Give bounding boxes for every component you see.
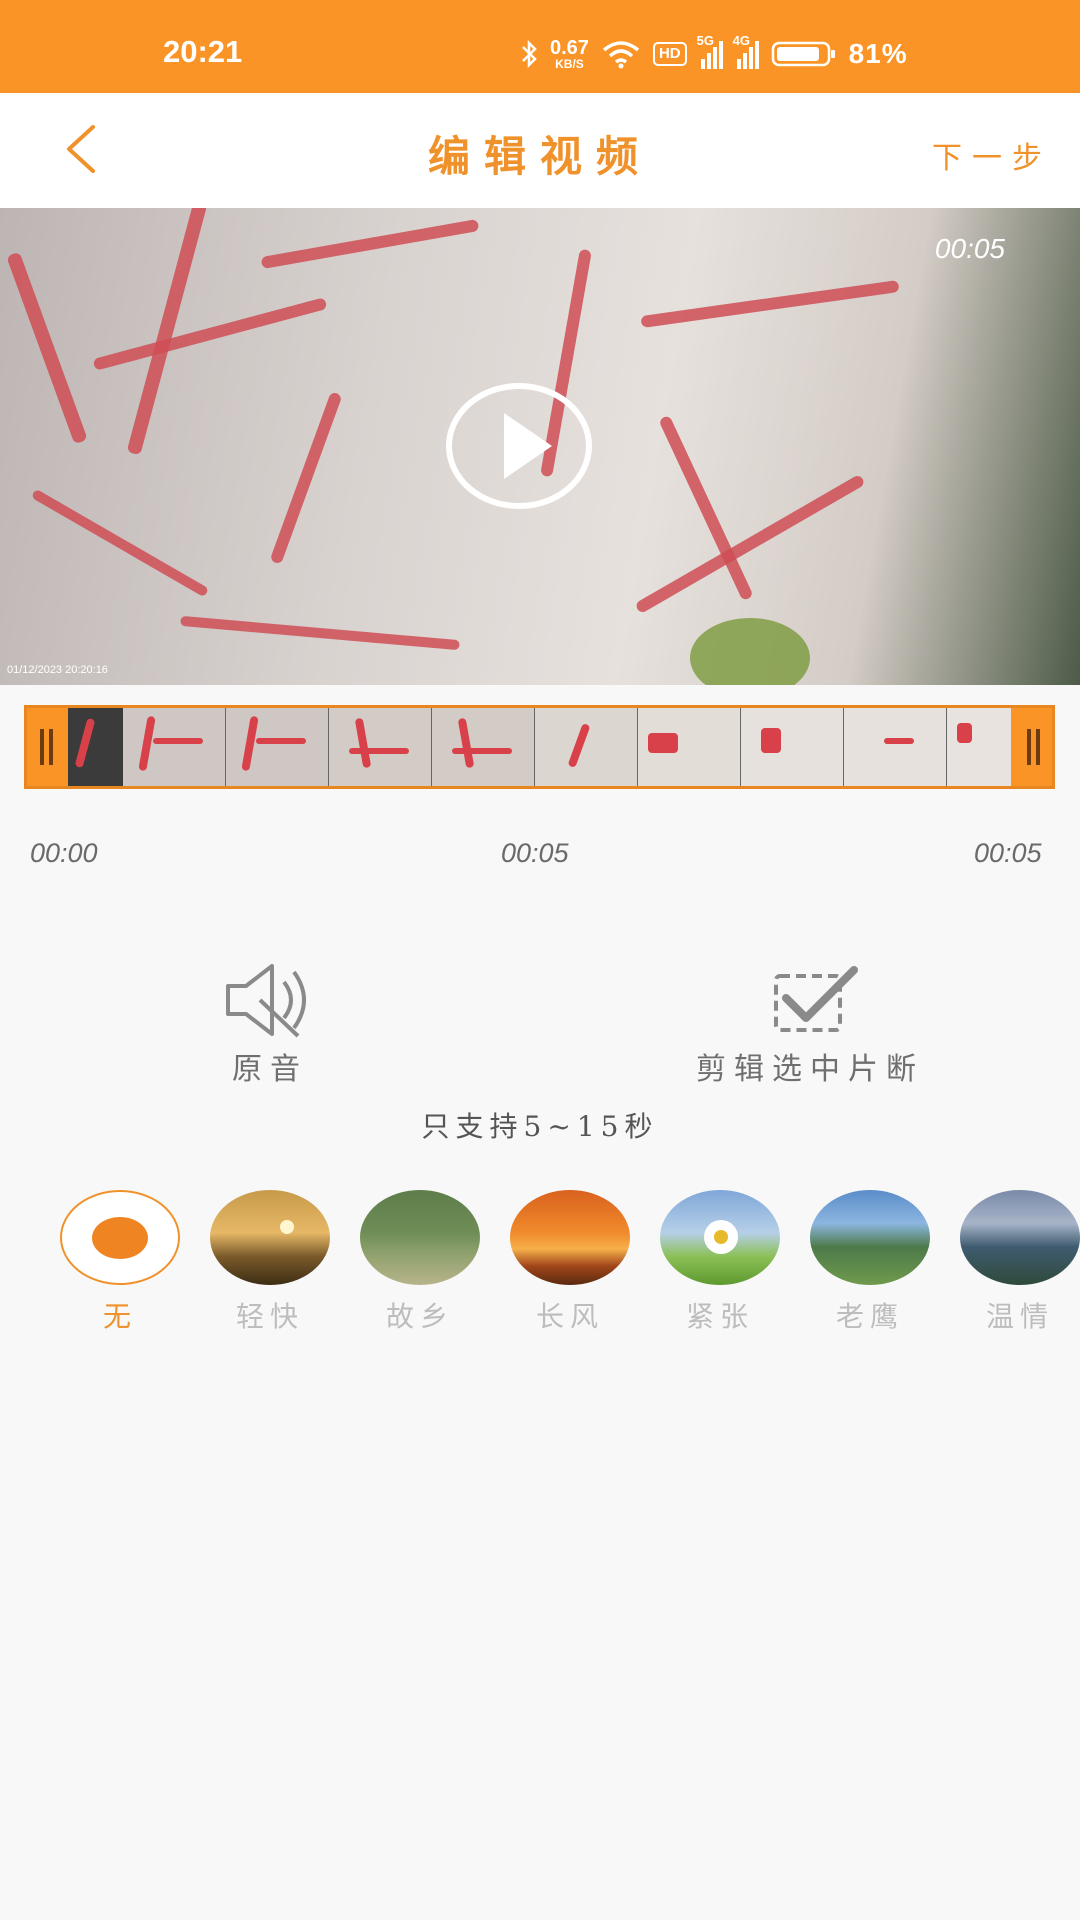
sim1-label: 5G	[696, 33, 714, 48]
trim-selected-label: 剪辑选中片断	[696, 1052, 924, 1087]
music-item-eagle[interactable]: 老鹰	[809, 1190, 931, 1335]
music-item-tense[interactable]: 紧张	[659, 1190, 781, 1335]
sim2-label: 4G	[732, 33, 750, 48]
bluetooth-icon	[520, 40, 538, 68]
video-preview[interactable]: 00:05 01/12/2023 20:20:16	[0, 208, 1080, 685]
trim-handle-left[interactable]	[27, 708, 68, 786]
music-item-label: 长风	[535, 1300, 604, 1333]
status-bar: 20:21 0.67 KB/S HD 5G 4G 81%	[0, 0, 1080, 93]
timeline-end-time: 00:05	[974, 838, 1042, 868]
timeline-middle-time: 00:05	[501, 838, 569, 868]
mountain-thumbnail	[810, 1190, 930, 1285]
lake-thumbnail	[960, 1190, 1080, 1285]
timeline-frame	[741, 708, 844, 786]
timeline-frame	[226, 708, 329, 786]
music-item-label: 故乡	[385, 1300, 454, 1333]
wifi-icon	[601, 39, 641, 69]
header: 编辑视频 下一步	[0, 93, 1080, 208]
net-speed-unit: KB/S	[555, 57, 584, 71]
music-item-label: 无	[102, 1300, 137, 1333]
play-icon	[446, 383, 592, 509]
play-button[interactable]	[444, 371, 594, 521]
timeline-strip[interactable]	[24, 705, 1055, 789]
hd-icon: HD	[652, 42, 687, 66]
speaker-mute-icon	[226, 964, 306, 1038]
next-step-button[interactable]: 下一步	[932, 133, 1052, 177]
signal-5g-icon: 5G	[697, 33, 723, 69]
duration-hint: 只支持5~15秒	[421, 1110, 659, 1143]
selected-dot-icon	[92, 1216, 148, 1259]
music-item-label: 紧张	[685, 1300, 754, 1333]
timeline-start-time: 00:00	[30, 838, 98, 868]
video-duration: 00:05	[934, 233, 1005, 264]
timeline-frame	[432, 708, 535, 786]
daisy-thumbnail	[660, 1190, 780, 1285]
music-item-hometown[interactable]: 故乡	[359, 1190, 481, 1335]
music-item-light[interactable]: 轻快	[209, 1190, 331, 1335]
music-item-none[interactable]: 无	[59, 1190, 181, 1335]
sunset-thumbnail	[210, 1190, 330, 1285]
music-item-longwind[interactable]: 长风	[509, 1190, 631, 1335]
signal-4g-icon: 4G	[733, 33, 759, 69]
status-icons: 0.67 KB/S HD 5G 4G 81%	[520, 33, 908, 72]
music-item-label: 温情	[985, 1300, 1054, 1333]
timeline-frame	[844, 708, 947, 786]
trim-handle-right[interactable]	[1011, 708, 1052, 786]
grassland-thumbnail	[360, 1190, 480, 1285]
timeline-frame	[123, 708, 226, 786]
timeline-frame	[535, 708, 638, 786]
music-item-label: 轻快	[235, 1300, 304, 1333]
trim-selected-button[interactable]: 剪辑选中片断	[680, 960, 940, 1088]
timeline-frame	[329, 708, 432, 786]
battery-percent: 81%	[848, 38, 908, 69]
net-speed: 0.67 KB/S	[550, 38, 589, 70]
original-audio-button[interactable]: 原音	[200, 960, 340, 1088]
checkbox-check-icon	[774, 966, 858, 1032]
kangaroo-thumbnail	[510, 1190, 630, 1285]
battery-icon	[771, 40, 837, 68]
music-item-label: 老鹰	[835, 1300, 904, 1333]
page-title: 编辑视频	[427, 132, 652, 181]
original-audio-label: 原音	[232, 1052, 308, 1087]
video-timestamp: 01/12/2023 20:20:16	[7, 664, 108, 676]
timeline-frame	[638, 708, 741, 786]
music-item-warm[interactable]: 温情	[959, 1190, 1080, 1335]
net-speed-value: 0.67	[550, 37, 589, 59]
music-none-thumb	[60, 1190, 180, 1285]
status-time: 20:21	[163, 34, 243, 69]
